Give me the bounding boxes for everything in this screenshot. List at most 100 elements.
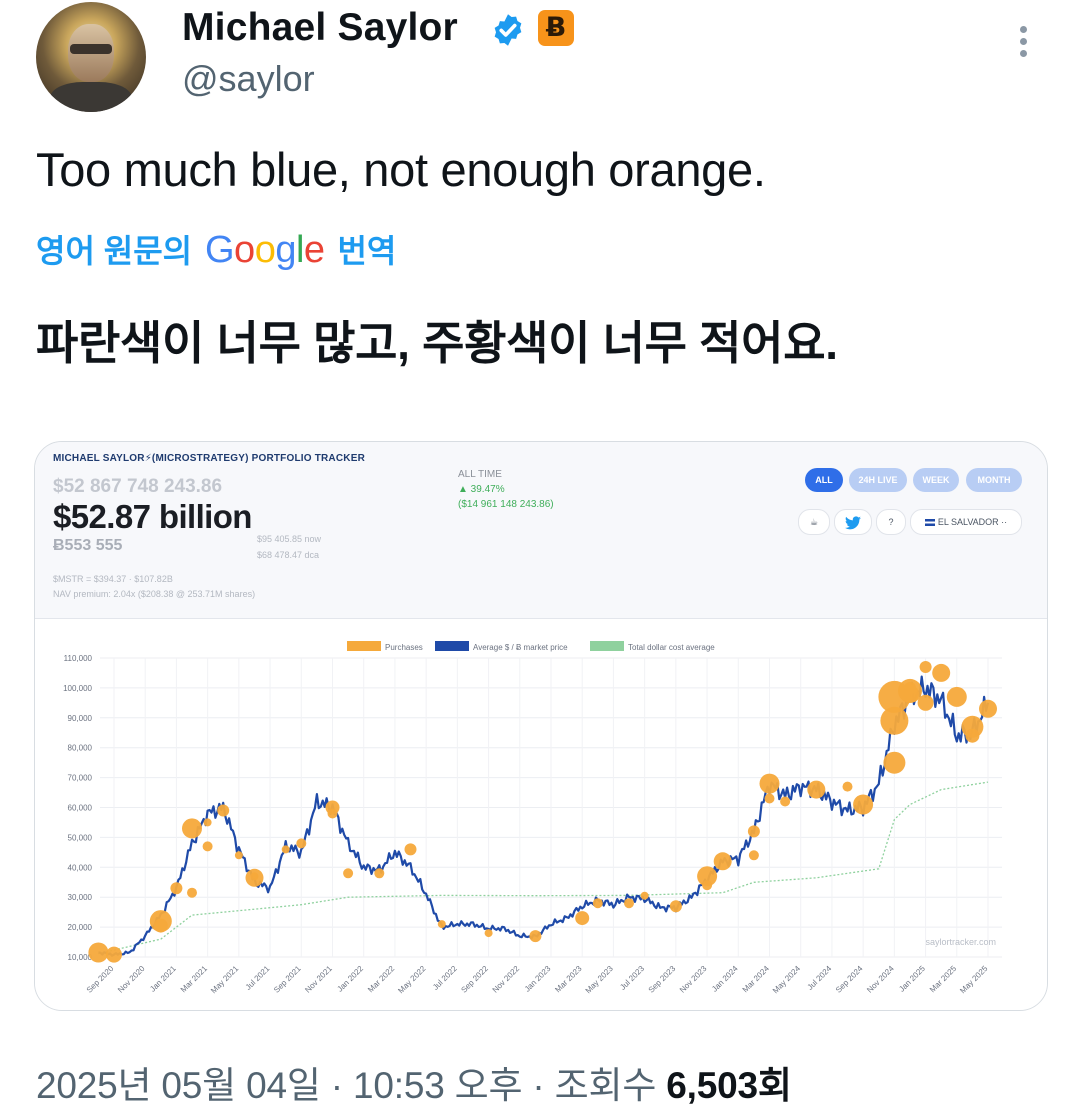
author-avatar[interactable]: [36, 2, 146, 112]
purchase-point: [979, 699, 997, 718]
translate-suffix: 번역: [337, 233, 397, 269]
purchase-point: [697, 866, 718, 887]
purchase-point: [202, 841, 213, 852]
purchase-point: [592, 898, 603, 909]
x-tick-label: Mar 2021: [179, 964, 210, 995]
x-tick-label: May 2024: [771, 964, 803, 996]
purchase-point: [404, 843, 417, 856]
price-now: $95 405.85 now: [257, 534, 322, 544]
avatar-glasses: [70, 44, 112, 54]
nav-premium: NAV premium: 2.04x ($208.38 @ 253.71M sh…: [53, 589, 256, 599]
purchase-point: [187, 887, 197, 898]
el-salvador-button[interactable]: EL SALVADOR ··: [910, 509, 1022, 535]
bitcoin-badge-icon: Ƀ: [538, 10, 574, 46]
x-tick-label: Sep 2022: [459, 964, 490, 995]
x-tick-label: Mar 2022: [366, 964, 397, 995]
mstr-line: $MSTR = $394.37 · $107.82B: [53, 574, 173, 584]
translate-prefix: 영어 원문의: [36, 233, 193, 269]
x-tick-label: Jan 2023: [523, 964, 553, 994]
x-tick-label: Mar 2023: [553, 964, 584, 995]
y-tick-label: 80,000: [68, 744, 93, 753]
y-tick-label: 40,000: [68, 863, 93, 872]
y-tick-label: 70,000: [68, 774, 93, 783]
portfolio-value-exact: $52 867 748 243.86: [53, 476, 223, 497]
price-dca: $68 478.47 dca: [257, 550, 320, 560]
x-tick-label: Jul 2023: [618, 964, 646, 992]
help-icon[interactable]: ?: [876, 509, 906, 535]
tab-24h-live[interactable]: 24H LIVE: [849, 468, 907, 492]
purchase-point: [898, 678, 922, 703]
y-tick-label: 60,000: [68, 804, 93, 813]
purchase-point: [170, 882, 183, 895]
chart-watermark: saylortracker.com: [925, 937, 996, 947]
legend-swatch: [590, 641, 624, 651]
purchase-point: [807, 780, 826, 799]
translate-link[interactable]: 영어 원문의 Google 번역: [36, 226, 396, 272]
y-tick-label: 50,000: [68, 833, 93, 842]
portfolio-value: $52.87 billion: [53, 498, 252, 535]
x-tick-label: May 2023: [584, 964, 616, 996]
purchase-point: [327, 808, 338, 819]
purchase-point: [853, 794, 874, 815]
legend-swatch: [435, 641, 469, 651]
purchase-point: [234, 851, 243, 860]
x-tick-label: Nov 2021: [303, 964, 334, 995]
tweet-image-card[interactable]: MICHAEL SAYLOR⚡(MICROSTRATEGY) PORTFOLIO…: [34, 441, 1048, 1011]
x-tick-label: Jan 2025: [897, 964, 927, 994]
purchase-point: [919, 661, 932, 673]
translated-text: 파란색이 너무 많고, 주황색이 너무 적어요.: [36, 317, 838, 369]
author-handle[interactable]: @saylor: [182, 58, 315, 100]
purchase-point: [575, 911, 590, 926]
verified-badge-icon: [494, 14, 522, 46]
views-label: 조회수: [554, 1065, 657, 1106]
x-tick-label: Nov 2022: [491, 964, 522, 995]
x-tick-label: Mar 2024: [741, 964, 772, 995]
x-tick-label: Jan 2024: [710, 964, 740, 994]
price-line: [98, 675, 990, 957]
purchase-point: [764, 793, 775, 804]
btc-holdings: Ƀ553 555: [53, 537, 123, 554]
purchase-point: [437, 920, 446, 929]
purchase-point: [917, 694, 934, 711]
tweet-text: Too much blue, not enough orange.: [36, 143, 766, 196]
coffee-icon[interactable]: ☕: [798, 509, 830, 535]
chart-area: Purchases Average $ / Ƀ market price Total…: [35, 619, 1047, 1010]
tweet-timestamp[interactable]: 2025년 05월 04일 · 10:53 오후 ·: [36, 1065, 545, 1106]
x-tick-label: May 2025: [958, 964, 990, 996]
tab-month[interactable]: MONTH: [966, 468, 1022, 492]
all-time-label: ALL TIME: [458, 469, 502, 480]
purchase-point: [747, 825, 760, 838]
purchase-point: [245, 868, 264, 887]
x-tick-label: Nov 2024: [865, 964, 896, 995]
purchase-point: [484, 929, 493, 938]
legend-label: Purchases: [385, 643, 423, 652]
purchase-point: [217, 804, 230, 817]
purchase-point: [106, 946, 122, 963]
x-tick-label: Nov 2023: [678, 964, 709, 995]
legend-label: Total dollar cost average: [628, 643, 715, 652]
x-tick-label: Jul 2022: [431, 964, 459, 992]
more-options-icon[interactable]: [1012, 26, 1034, 66]
author-name[interactable]: Michael Saylor: [182, 6, 458, 50]
all-time-gain: ($14 961 148 243.86): [458, 499, 554, 510]
google-logo: Google: [204, 229, 325, 271]
purchase-point: [529, 930, 542, 943]
x-tick-label: May 2022: [396, 964, 428, 996]
twitter-share-icon[interactable]: [834, 509, 872, 535]
purchase-point: [669, 900, 682, 913]
purchase-point: [88, 942, 109, 963]
purchase-point: [343, 868, 354, 879]
x-tick-label: Jul 2024: [806, 964, 834, 992]
purchase-point: [883, 751, 906, 774]
purchase-point: [780, 796, 791, 807]
tweet-meta: 2025년 05월 04일 · 10:53 오후 · 조회수 6,503회: [36, 1055, 792, 1109]
price-chart: Purchases Average $ / Ƀ market price Total…: [63, 641, 1002, 996]
purchase-point: [713, 852, 732, 871]
purchase-point: [281, 845, 290, 854]
all-time-percent: ▲ 39.47%: [458, 484, 505, 495]
tab-week[interactable]: WEEK: [913, 468, 959, 492]
y-tick-label: 20,000: [68, 923, 93, 932]
tab-all[interactable]: ALL: [805, 468, 843, 492]
views-count: 6,503회: [666, 1065, 792, 1106]
x-tick-label: Sep 2023: [647, 964, 678, 995]
